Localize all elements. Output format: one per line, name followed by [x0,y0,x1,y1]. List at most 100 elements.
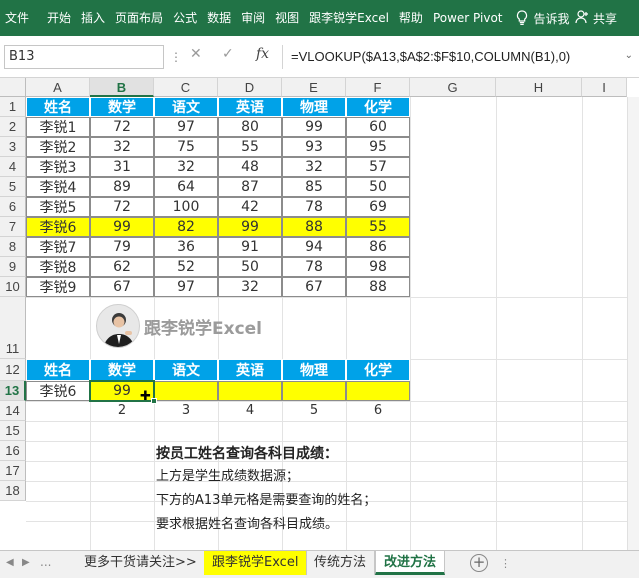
header-cell-physics[interactable]: 物理 [282,97,346,117]
table-cell-physics[interactable]: 94 [282,237,346,257]
table-cell-chemistry[interactable]: 57 [346,157,410,177]
table-cell-name[interactable]: 李锐5 [26,197,90,217]
row-header-10[interactable]: 10 [0,277,26,297]
tab-file[interactable]: 文件 [0,0,34,36]
cancel-icon[interactable]: ✕ [190,46,202,62]
table-cell-chinese[interactable]: 52 [154,257,218,277]
row-header-18[interactable]: 18 [0,481,26,501]
table-cell-name[interactable]: 李锐6 [26,217,90,237]
table-cell-physics[interactable]: 93 [282,137,346,157]
table-cell-english[interactable]: 99 [218,217,282,237]
table-cell-math[interactable]: 72 [90,117,154,137]
row-header-7[interactable]: 7 [0,217,26,237]
tab-power-pivot[interactable]: Power Pivot [428,0,508,36]
query-cell-chinese[interactable] [154,381,218,401]
query-header-name[interactable]: 姓名 [26,359,90,381]
header-cell-math[interactable]: 数学 [90,97,154,117]
row-header-12[interactable]: 12 [0,359,26,381]
table-cell-physics[interactable]: 67 [282,277,346,297]
tab-custom-excel[interactable]: 跟李锐学Excel [304,0,394,36]
row-header-11[interactable]: 11 [0,297,26,359]
table-cell-physics[interactable]: 78 [282,197,346,217]
name-box[interactable]: B13 [4,45,164,69]
column-index[interactable]: 2 [90,403,154,418]
row-header-4[interactable]: 4 [0,157,26,177]
table-cell-chinese[interactable]: 82 [154,217,218,237]
tab-review[interactable]: 审阅 [236,0,270,36]
table-cell-chemistry[interactable]: 88 [346,277,410,297]
instructions-line[interactable]: 上方是学生成绩数据源； [156,465,299,484]
table-cell-chinese[interactable]: 32 [154,157,218,177]
table-cell-english[interactable]: 48 [218,157,282,177]
header-cell-chemistry[interactable]: 化学 [346,97,410,117]
enter-icon[interactable]: ✓ [222,46,234,62]
query-header-chinese[interactable]: 语文 [154,359,218,381]
table-cell-english[interactable]: 80 [218,117,282,137]
tab-home[interactable]: 开始 [42,0,76,36]
column-header-a[interactable]: A [26,78,90,97]
row-header-3[interactable]: 3 [0,137,26,157]
table-cell-english[interactable]: 91 [218,237,282,257]
query-cell-english[interactable] [218,381,282,401]
row-header-9[interactable]: 9 [0,257,26,277]
tab-view[interactable]: 视图 [270,0,304,36]
tab-nav-more[interactable]: ... [40,555,51,569]
instructions-title[interactable]: 按员工姓名查询各科目成绩： [156,443,338,463]
table-cell-english[interactable]: 87 [218,177,282,197]
table-cell-chemistry[interactable]: 69 [346,197,410,217]
table-cell-physics[interactable]: 32 [282,157,346,177]
table-cell-name[interactable]: 李锐8 [26,257,90,277]
tab-options-icon[interactable]: ⋮ [500,557,511,570]
table-cell-chemistry[interactable]: 60 [346,117,410,137]
query-header-physics[interactable]: 物理 [282,359,346,381]
table-cell-physics[interactable]: 99 [282,117,346,137]
table-cell-english[interactable]: 55 [218,137,282,157]
table-cell-chemistry[interactable]: 95 [346,137,410,157]
tab-insert[interactable]: 插入 [76,0,110,36]
column-header-i[interactable]: I [582,78,627,97]
table-cell-name[interactable]: 李锐1 [26,117,90,137]
tab-data[interactable]: 数据 [202,0,236,36]
column-index[interactable]: 5 [282,403,346,418]
row-header-13[interactable]: 13 [0,381,26,401]
table-cell-chemistry[interactable]: 98 [346,257,410,277]
table-cell-chinese[interactable]: 97 [154,117,218,137]
header-cell-chinese[interactable]: 语文 [154,97,218,117]
tab-page-layout[interactable]: 页面布局 [110,0,168,36]
row-header-8[interactable]: 8 [0,237,26,257]
share-button[interactable]: 共享 [575,0,617,36]
column-header-g[interactable]: G [410,78,496,97]
row-header-14[interactable]: 14 [0,401,26,421]
table-cell-chemistry[interactable]: 50 [346,177,410,197]
table-cell-chinese[interactable]: 75 [154,137,218,157]
column-header-e[interactable]: E [282,78,346,97]
row-header-15[interactable]: 15 [0,421,26,441]
table-cell-english[interactable]: 32 [218,277,282,297]
worksheet-grid[interactable]: A B C D E F G H I 1 2 3 4 5 6 7 8 9 10 1… [0,78,639,550]
column-header-c[interactable]: C [154,78,218,97]
table-cell-chemistry[interactable]: 55 [346,217,410,237]
expand-formula-bar-icon[interactable]: ⌄ [625,50,633,61]
table-cell-english[interactable]: 50 [218,257,282,277]
sheet-tab-traditional[interactable]: 传统方法 [306,551,376,575]
row-header-16[interactable]: 16 [0,441,26,461]
tab-scroll-right-icon[interactable]: ▶ [22,557,30,568]
tell-me-search[interactable]: 告诉我 [534,10,570,27]
insert-function-icon[interactable]: fx [256,46,269,62]
row-header-17[interactable]: 17 [0,461,26,481]
table-cell-english[interactable]: 42 [218,197,282,217]
row-header-2[interactable]: 2 [0,117,26,137]
table-cell-chinese[interactable]: 64 [154,177,218,197]
select-all-corner[interactable] [0,78,26,97]
table-cell-physics[interactable]: 88 [282,217,346,237]
add-sheet-button[interactable]: + [470,554,488,572]
table-cell-name[interactable]: 李锐2 [26,137,90,157]
table-cell-name[interactable]: 李锐4 [26,177,90,197]
table-cell-name[interactable]: 李锐3 [26,157,90,177]
table-cell-name[interactable]: 李锐7 [26,237,90,257]
column-header-f[interactable]: F [346,78,410,97]
table-cell-math[interactable]: 99 [90,217,154,237]
table-cell-math[interactable]: 32 [90,137,154,157]
table-cell-chinese[interactable]: 100 [154,197,218,217]
sheet-tab-follow[interactable]: 更多干货请关注>> [76,551,206,575]
